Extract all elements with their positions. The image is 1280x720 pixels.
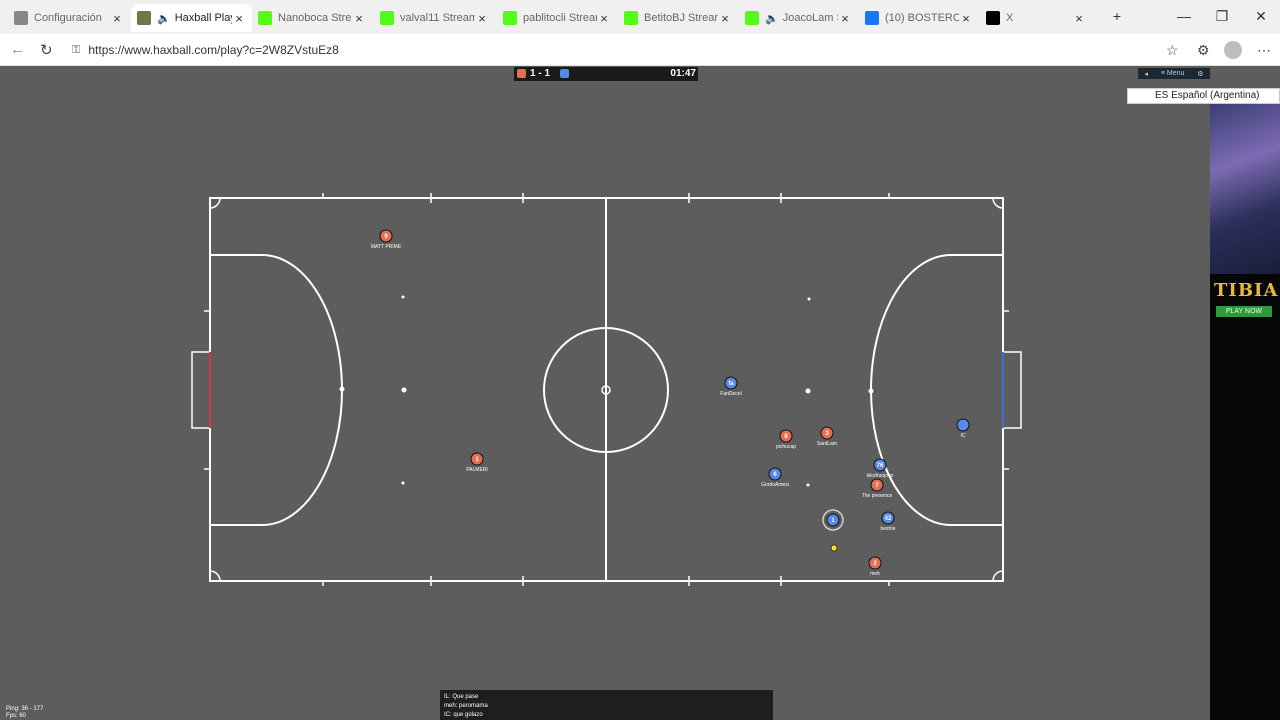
player-name: bestrie: [880, 526, 895, 532]
blue-player: 42 bestrie: [880, 511, 896, 532]
chat-box[interactable]: IL: Que pase meh: peromama IC: que golaz…: [440, 690, 773, 720]
settings-icon[interactable]: ⚙: [1197, 70, 1203, 78]
player-name: MATT PRIME: [371, 244, 402, 250]
red-player: 2meh: [868, 556, 882, 577]
blue-player: fa FanDecel: [720, 376, 742, 397]
red-player: 1PALMERI: [466, 452, 488, 473]
ping-text: Ping: 36 - 177: [6, 706, 44, 712]
fps-text: Fps: 60: [6, 713, 27, 719]
field-svg: 9MATT PRIME1PALMERI8pichucap3SantLam7The…: [191, 193, 1022, 586]
red-player: 9MATT PRIME: [371, 229, 402, 250]
red-player: 3SantLam: [817, 426, 837, 447]
player-name: GordoAmesi: [761, 482, 789, 488]
player-name: SantLam: [817, 441, 837, 447]
right-penalty-area: [870, 254, 1003, 526]
player-name: pichucap: [776, 444, 796, 450]
left-goal: [191, 351, 210, 429]
sound-icon[interactable]: ◂: [1144, 70, 1148, 78]
chat-line: meh: peromama: [444, 703, 488, 709]
player-name: FanDecel: [720, 391, 741, 397]
player-name: kikofranjovo: [867, 473, 894, 479]
red-team-indicator: [517, 69, 526, 78]
right-goal: [1003, 351, 1022, 429]
players-layer: 9MATT PRIME1PALMERI8pichucap3SantLam7The…: [371, 229, 970, 577]
language-selector[interactable]: ES Español (Argentina): [1127, 88, 1280, 104]
field-lines: [191, 197, 1022, 582]
ad-play-now-button[interactable]: PLAY NOW: [1216, 306, 1272, 317]
player-number: fa: [728, 381, 734, 387]
player-name: The presence: [862, 493, 893, 499]
chat-line: IC: que golazo: [444, 712, 483, 718]
blue-player: IC: [956, 418, 970, 439]
player-number: 76: [877, 463, 884, 469]
ad-brand-logo: TIBIA: [1214, 280, 1279, 301]
menu-button[interactable]: ≡ Menu: [1161, 70, 1185, 77]
player-disc: [956, 418, 970, 432]
left-penalty-area: [210, 254, 343, 526]
corner-arc: [992, 570, 1004, 582]
chat-line: IL: Que pase: [444, 694, 479, 700]
player-name: meh: [870, 571, 880, 577]
scoreboard: 1 - 1 01:47: [514, 67, 698, 81]
corner-arc: [209, 570, 221, 582]
player-number: 42: [885, 516, 892, 522]
game-timer: 01:47: [670, 68, 696, 79]
side-advertisement[interactable]: TIBIA PLAY NOW: [1210, 104, 1280, 720]
ad-artwork: [1210, 104, 1280, 274]
red-player: 8pichucap: [776, 429, 796, 450]
ping-stats: Ping: 36 - 177 Fps: 60: [6, 706, 43, 720]
blue-player: 1: [826, 513, 840, 527]
game-top-buttons: ◂ ≡ Menu ⚙: [1138, 68, 1210, 79]
blue-team-indicator: [560, 69, 569, 78]
blue-player: 76 kikofranjovo: [867, 458, 894, 479]
corner-arc: [209, 197, 221, 209]
player-name: PALMERI: [466, 467, 488, 473]
corner-arc: [992, 197, 1004, 209]
score-text: 1 - 1: [530, 68, 551, 79]
blue-player: 6GordoAmesi: [761, 467, 789, 488]
ball: [830, 544, 838, 552]
player-name: IC: [961, 433, 966, 439]
red-player: 7The presence: [862, 478, 893, 499]
